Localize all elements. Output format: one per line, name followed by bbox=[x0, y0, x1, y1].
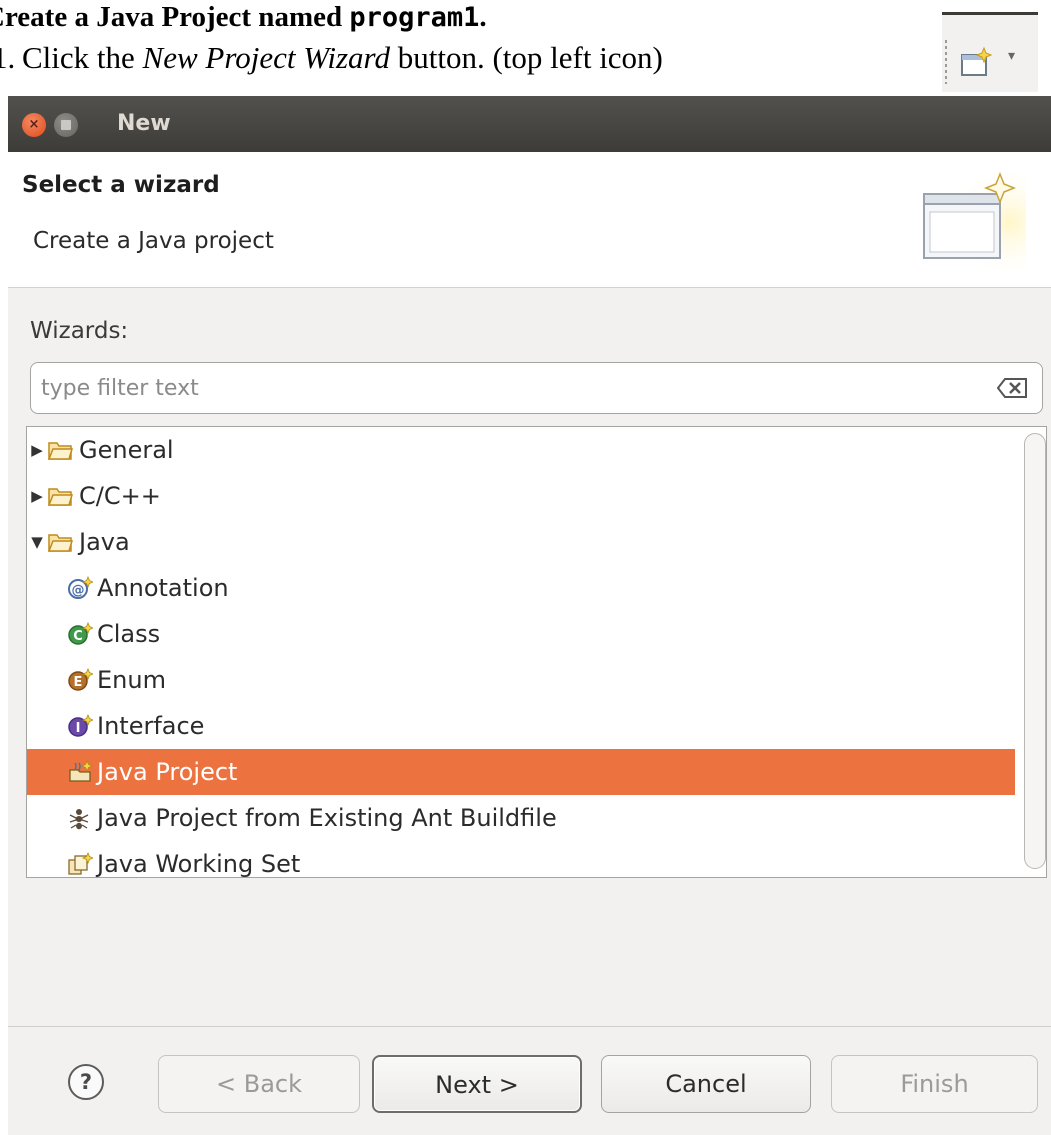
folder-icon bbox=[47, 488, 73, 506]
wizard-tree[interactable]: ▶ General ▶ C/C++ ▼ Java @ Annotation C … bbox=[26, 426, 1047, 878]
banner-title: Select a wizard bbox=[22, 172, 220, 198]
next-button[interactable]: Next > bbox=[372, 1055, 582, 1113]
help-button[interactable]: ? bbox=[68, 1064, 104, 1100]
close-icon[interactable]: × bbox=[22, 113, 46, 137]
filter-field[interactable] bbox=[30, 362, 1043, 414]
java-project-icon bbox=[69, 760, 93, 782]
enum-icon: E bbox=[68, 668, 93, 691]
tree-item-working-set[interactable]: Java Working Set bbox=[27, 841, 1015, 878]
working-set-icon bbox=[68, 852, 93, 875]
svg-text:I: I bbox=[76, 721, 81, 736]
new-project-wizard-button[interactable] bbox=[954, 42, 1000, 86]
new-wizard-icon bbox=[961, 46, 993, 76]
annotation-icon: @ bbox=[68, 576, 93, 599]
tree-item-java-project[interactable]: Java Project bbox=[27, 749, 1015, 795]
tree-item-label: Enum bbox=[97, 666, 166, 694]
new-wizard-dialog: × New Select a wizard Create a Java proj… bbox=[8, 96, 1051, 1135]
button-bar-separator bbox=[8, 1026, 1051, 1027]
tree-item-general[interactable]: ▶ General bbox=[27, 427, 1015, 473]
collapse-arrow-icon[interactable]: ▼ bbox=[29, 519, 45, 565]
tree-item-label: Class bbox=[97, 620, 161, 648]
folder-icon bbox=[47, 442, 73, 460]
instruction-step: 1.Click the New Project Wizard button. (… bbox=[0, 38, 663, 78]
tree-item-label: Java Project from Existing Ant Buildfile bbox=[97, 804, 557, 832]
svg-text:C: C bbox=[73, 629, 83, 644]
wizards-label: Wizards: bbox=[30, 318, 129, 344]
folder-open-icon bbox=[47, 534, 73, 552]
minimize-icon[interactable] bbox=[54, 113, 78, 137]
instruction-heading: Create a Java Project named program1. bbox=[0, 0, 487, 36]
tree-item-label: Java Working Set bbox=[97, 850, 301, 878]
class-icon: C bbox=[68, 622, 93, 645]
tree-item-label: C/C++ bbox=[79, 482, 161, 510]
step-text-before: Click the bbox=[22, 40, 143, 75]
heading-text: Create a Java Project named bbox=[0, 1, 350, 33]
clear-filter-icon[interactable] bbox=[997, 377, 1029, 399]
banner-description: Create a Java project bbox=[33, 228, 274, 254]
tree-item-label: General bbox=[79, 436, 174, 464]
ant-icon bbox=[69, 809, 89, 830]
tree-item-cpp[interactable]: ▶ C/C++ bbox=[27, 473, 1015, 519]
expand-arrow-icon[interactable]: ▶ bbox=[29, 473, 45, 519]
heading-code: program1 bbox=[349, 2, 480, 33]
tree-item-ant-buildfile[interactable]: Java Project from Existing Ant Buildfile bbox=[27, 795, 1015, 841]
wizard-banner-icon bbox=[914, 172, 1026, 272]
expand-arrow-icon[interactable]: ▶ bbox=[29, 427, 45, 473]
dialog-titlebar: × New bbox=[8, 96, 1051, 152]
toolbar-divider bbox=[942, 12, 1038, 15]
finish-button[interactable]: Finish bbox=[831, 1055, 1038, 1113]
svg-text:@: @ bbox=[72, 583, 85, 598]
toolbar-snippet: ▾ bbox=[942, 12, 1038, 92]
interface-icon: I bbox=[68, 714, 93, 737]
heading-suffix: . bbox=[479, 1, 487, 33]
dropdown-arrow-icon[interactable]: ▾ bbox=[1008, 48, 1015, 64]
step-text-after: button. (top left icon) bbox=[389, 40, 663, 75]
filter-input[interactable] bbox=[41, 371, 941, 405]
tree-item-annotation[interactable]: @ Annotation bbox=[27, 565, 1015, 611]
step-text-italic: New Project Wizard bbox=[142, 40, 390, 75]
tree-item-enum[interactable]: E Enum bbox=[27, 657, 1015, 703]
back-button[interactable]: < Back bbox=[158, 1055, 360, 1113]
tree-item-label: Java bbox=[79, 528, 130, 556]
step-number: 1. bbox=[0, 40, 16, 75]
toolbar-grip bbox=[945, 40, 947, 84]
tree-item-label: Annotation bbox=[97, 574, 229, 602]
tree-item-class[interactable]: C Class bbox=[27, 611, 1015, 657]
tree-scrollbar-thumb[interactable] bbox=[1024, 433, 1046, 869]
wizard-banner: Select a wizard Create a Java project bbox=[8, 152, 1051, 288]
cancel-button[interactable]: Cancel bbox=[601, 1055, 811, 1113]
tree-item-java[interactable]: ▼ Java bbox=[27, 519, 1015, 565]
svg-text:E: E bbox=[74, 675, 83, 690]
tree-item-label: Java Project bbox=[97, 758, 238, 786]
tree-item-interface[interactable]: I Interface bbox=[27, 703, 1015, 749]
dialog-title: New bbox=[117, 111, 171, 136]
tree-item-label: Interface bbox=[97, 712, 205, 740]
